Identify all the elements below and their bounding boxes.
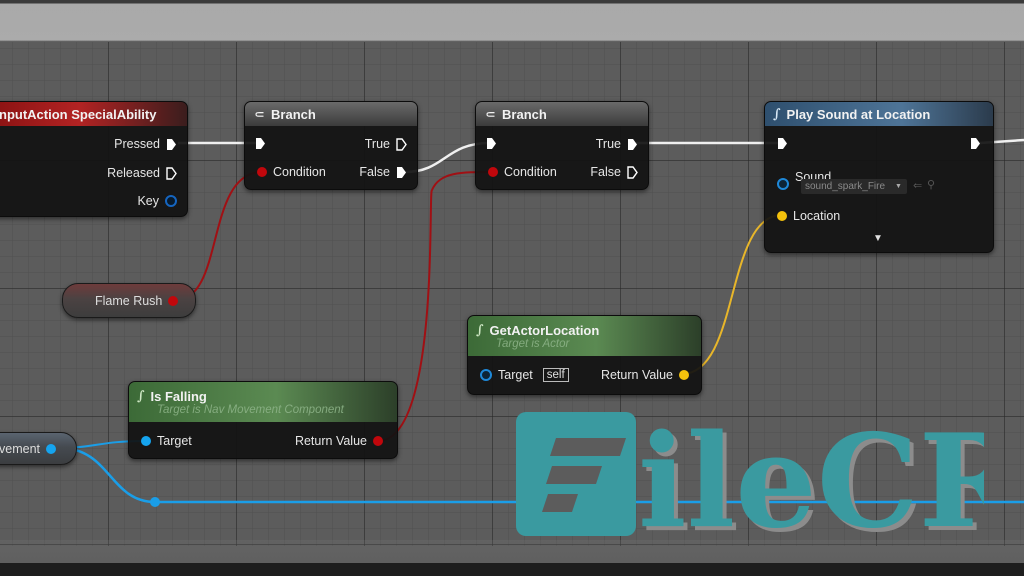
movement-variable-label: vement — [0, 441, 40, 456]
function-icon: ∫ — [137, 388, 145, 404]
pin-return-label: Return Value — [600, 368, 673, 382]
exec-pin-filled-icon[interactable] — [166, 138, 177, 151]
pin-released[interactable]: Released — [107, 166, 177, 180]
bool-pin-icon[interactable] — [168, 295, 179, 306]
bool-pin-icon[interactable] — [373, 436, 383, 446]
exec-pin-filled-icon[interactable] — [396, 166, 407, 179]
branch-node-2[interactable]: ⸦ Branch True Condition False — [475, 101, 649, 190]
pin-false[interactable]: False — [359, 165, 407, 179]
pin-location[interactable]: Location — [777, 209, 840, 223]
bool-pin-icon[interactable] — [257, 167, 267, 177]
sound-asset-value: sound_spark_Fire — [805, 181, 886, 192]
use-selected-asset-icon[interactable]: ⇐ — [913, 179, 922, 192]
object-pin-icon[interactable] — [141, 436, 151, 446]
function-icon: ∫ — [773, 106, 781, 122]
filecr-watermark: ileCR ileCR — [516, 410, 984, 540]
exec-pin-filled-icon[interactable] — [255, 137, 266, 150]
pin-true-label: True — [364, 137, 390, 151]
function-icon: ∫ — [476, 322, 484, 338]
target-self-default: self — [542, 368, 569, 382]
get-actor-location-subtitle: Target is Actor — [496, 337, 570, 350]
pin-key[interactable]: Key — [137, 194, 177, 208]
pin-exec-out[interactable] — [970, 137, 981, 150]
pin-true[interactable]: True — [365, 137, 407, 151]
play-sound-at-location-node[interactable]: ∫ Play Sound at Location Sound sound_spa… — [764, 101, 994, 253]
is-falling-node[interactable]: ∫ Is Falling Target is Nav Movement Compo… — [128, 381, 398, 459]
bool-pin-icon[interactable] — [488, 167, 498, 177]
movement-component-variable-node[interactable]: vement — [0, 432, 77, 465]
sound-asset-dropdown[interactable]: sound_spark_Fire ▼ — [801, 179, 907, 194]
pin-false[interactable]: False — [590, 165, 638, 179]
pin-target-label: Target — [498, 368, 533, 382]
branch-icon: ⸦ — [253, 107, 267, 122]
pin-return-value[interactable]: Return Value — [295, 434, 383, 448]
pin-condition-label: Condition — [504, 165, 557, 179]
pin-condition[interactable]: Condition — [257, 165, 326, 179]
is-falling-header: ∫ Is Falling Target is Nav Movement Compo… — [129, 382, 397, 422]
pin-condition-label: Condition — [273, 165, 326, 179]
object-pin-icon[interactable] — [46, 443, 56, 454]
object-pin-icon[interactable] — [777, 178, 789, 190]
pin-exec-in[interactable] — [777, 137, 788, 150]
get-actor-location-header: ∫ GetActorLocation Target is Actor — [468, 316, 701, 356]
pin-false-label: False — [590, 165, 621, 179]
get-actor-location-title: GetActorLocation — [489, 322, 600, 338]
play-sound-header: ∫ Play Sound at Location — [765, 102, 993, 126]
input-action-title: nputAction SpecialAbility — [0, 106, 157, 122]
branch-1-title: Branch — [271, 106, 316, 122]
pin-condition[interactable]: Condition — [488, 165, 557, 179]
pin-exec-in[interactable] — [255, 137, 266, 150]
branch-2-header: ⸦ Branch — [476, 102, 648, 126]
pin-false-label: False — [359, 165, 390, 179]
exec-pin-filled-icon[interactable] — [486, 137, 497, 150]
editor-bottom-bar — [0, 563, 1024, 576]
branch-1-header: ⸦ Branch — [245, 102, 417, 126]
pin-true-label: True — [595, 137, 621, 151]
is-falling-title: Is Falling — [150, 388, 207, 404]
branch-node-1[interactable]: ⸦ Branch True Condition False — [244, 101, 418, 190]
pin-return-label: Return Value — [294, 434, 367, 448]
dropdown-arrow-icon: ▼ — [895, 183, 902, 190]
browse-asset-icon[interactable]: ⚲ — [927, 178, 935, 191]
pin-location-label: Location — [793, 209, 841, 223]
exec-pin-empty-icon[interactable] — [627, 165, 638, 179]
flame-rush-variable-node[interactable]: Flame Rush — [62, 283, 196, 318]
exec-pin-empty-icon[interactable] — [166, 166, 177, 180]
struct-pin-icon[interactable] — [165, 195, 177, 207]
exec-pin-filled-icon[interactable] — [777, 137, 788, 150]
exec-pin-empty-icon[interactable] — [396, 137, 407, 151]
branch-2-title: Branch — [502, 106, 547, 122]
canvas-bottom-fade — [0, 540, 1024, 563]
watermark-text: ileCR — [638, 410, 984, 540]
exec-pin-filled-icon[interactable] — [627, 138, 638, 151]
flame-rush-label: Flame Rush — [95, 293, 163, 308]
pin-pressed[interactable]: Pressed — [114, 137, 177, 151]
pin-exec-in[interactable] — [486, 137, 497, 150]
pin-return-value[interactable]: Return Value — [601, 368, 689, 382]
pin-target-label: Target — [157, 434, 192, 448]
is-falling-subtitle: Target is Nav Movement Component — [157, 403, 344, 416]
object-pin-icon[interactable] — [480, 369, 492, 381]
vector-pin-icon[interactable] — [679, 370, 689, 380]
play-sound-title: Play Sound at Location — [786, 106, 931, 122]
pin-pressed-label: Pressed — [114, 137, 160, 151]
pin-true[interactable]: True — [596, 137, 638, 151]
input-action-node[interactable]: nputAction SpecialAbility Pressed Releas… — [0, 101, 188, 217]
pin-target[interactable]: Target self — [480, 368, 569, 382]
get-actor-location-node[interactable]: ∫ GetActorLocation Target is Actor Target… — [467, 315, 702, 395]
vector-pin-icon[interactable] — [777, 211, 787, 221]
pin-released-label: Released — [107, 166, 160, 180]
pin-key-label: Key — [137, 194, 159, 208]
editor-top-bar — [0, 0, 1024, 42]
branch-icon: ⸦ — [484, 107, 498, 122]
input-action-header: nputAction SpecialAbility — [0, 102, 187, 126]
advanced-pins-arrow-icon[interactable]: ▼ — [873, 233, 883, 244]
pin-target[interactable]: Target — [141, 434, 192, 448]
exec-pin-filled-icon[interactable] — [970, 137, 981, 150]
